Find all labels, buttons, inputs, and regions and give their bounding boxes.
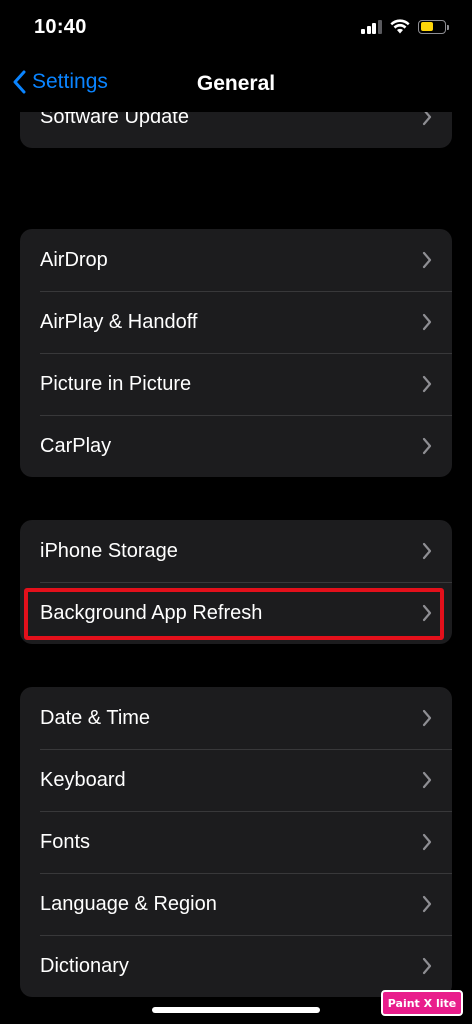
row-label: Language & Region	[40, 892, 217, 915]
cellular-signal-icon	[361, 19, 382, 34]
row-software-update[interactable]: Software Update	[20, 112, 452, 148]
row-label: Fonts	[40, 830, 91, 853]
row-label: Date & Time	[40, 706, 151, 729]
status-icons	[361, 19, 449, 34]
chevron-right-icon	[422, 771, 432, 789]
chevron-right-icon	[422, 313, 432, 331]
settings-group-regional: Date & Time Keyboard Fonts Language & Re…	[20, 687, 452, 997]
settings-group-storage: iPhone Storage Background App Refresh	[20, 520, 452, 644]
row-dictionary[interactable]: Dictionary	[20, 935, 452, 997]
settings-group-connectivity: AirDrop AirPlay & Handoff Picture in Pic…	[20, 229, 452, 477]
chevron-right-icon	[422, 604, 432, 622]
row-label: Dictionary	[40, 954, 129, 977]
row-language-region[interactable]: Language & Region	[20, 873, 452, 935]
row-label: AirPlay & Handoff	[40, 310, 198, 333]
row-background-app-refresh[interactable]: Background App Refresh	[20, 582, 452, 644]
row-label: iPhone Storage	[40, 539, 178, 562]
chevron-right-icon	[422, 957, 432, 975]
status-bar: 10:40	[0, 0, 472, 56]
row-iphone-storage[interactable]: iPhone Storage	[20, 520, 452, 582]
navigation-bar: Settings General	[0, 56, 472, 112]
chevron-right-icon	[422, 112, 432, 126]
chevron-right-icon	[422, 709, 432, 727]
row-airplay-handoff[interactable]: AirPlay & Handoff	[20, 291, 452, 353]
row-label: Background App Refresh	[40, 601, 263, 624]
settings-group-software: Software Update	[20, 112, 452, 148]
home-indicator[interactable]	[152, 1007, 320, 1013]
row-picture-in-picture[interactable]: Picture in Picture	[20, 353, 452, 415]
row-label: Software Update	[40, 112, 189, 128]
row-label: Picture in Picture	[40, 372, 192, 395]
row-fonts[interactable]: Fonts	[20, 811, 452, 873]
wifi-icon	[390, 19, 410, 34]
status-time: 10:40	[34, 16, 87, 38]
row-keyboard[interactable]: Keyboard	[20, 749, 452, 811]
chevron-right-icon	[422, 251, 432, 269]
page-title: General	[196, 72, 276, 95]
row-label: CarPlay	[40, 434, 112, 457]
chevron-right-icon	[422, 895, 432, 913]
battery-icon	[418, 19, 449, 34]
chevron-right-icon	[422, 542, 432, 560]
row-date-time[interactable]: Date & Time	[20, 687, 452, 749]
row-label: Keyboard	[40, 768, 126, 791]
row-label: AirDrop	[40, 248, 108, 271]
chevron-right-icon	[422, 833, 432, 851]
chevron-right-icon	[422, 437, 432, 455]
settings-list[interactable]: Software Update AirDrop AirPlay & Handof…	[0, 112, 472, 1024]
row-airdrop[interactable]: AirDrop	[20, 229, 452, 291]
row-carplay[interactable]: CarPlay	[20, 415, 452, 477]
watermark-logo: Paint X lite	[381, 990, 463, 1016]
chevron-right-icon	[422, 375, 432, 393]
